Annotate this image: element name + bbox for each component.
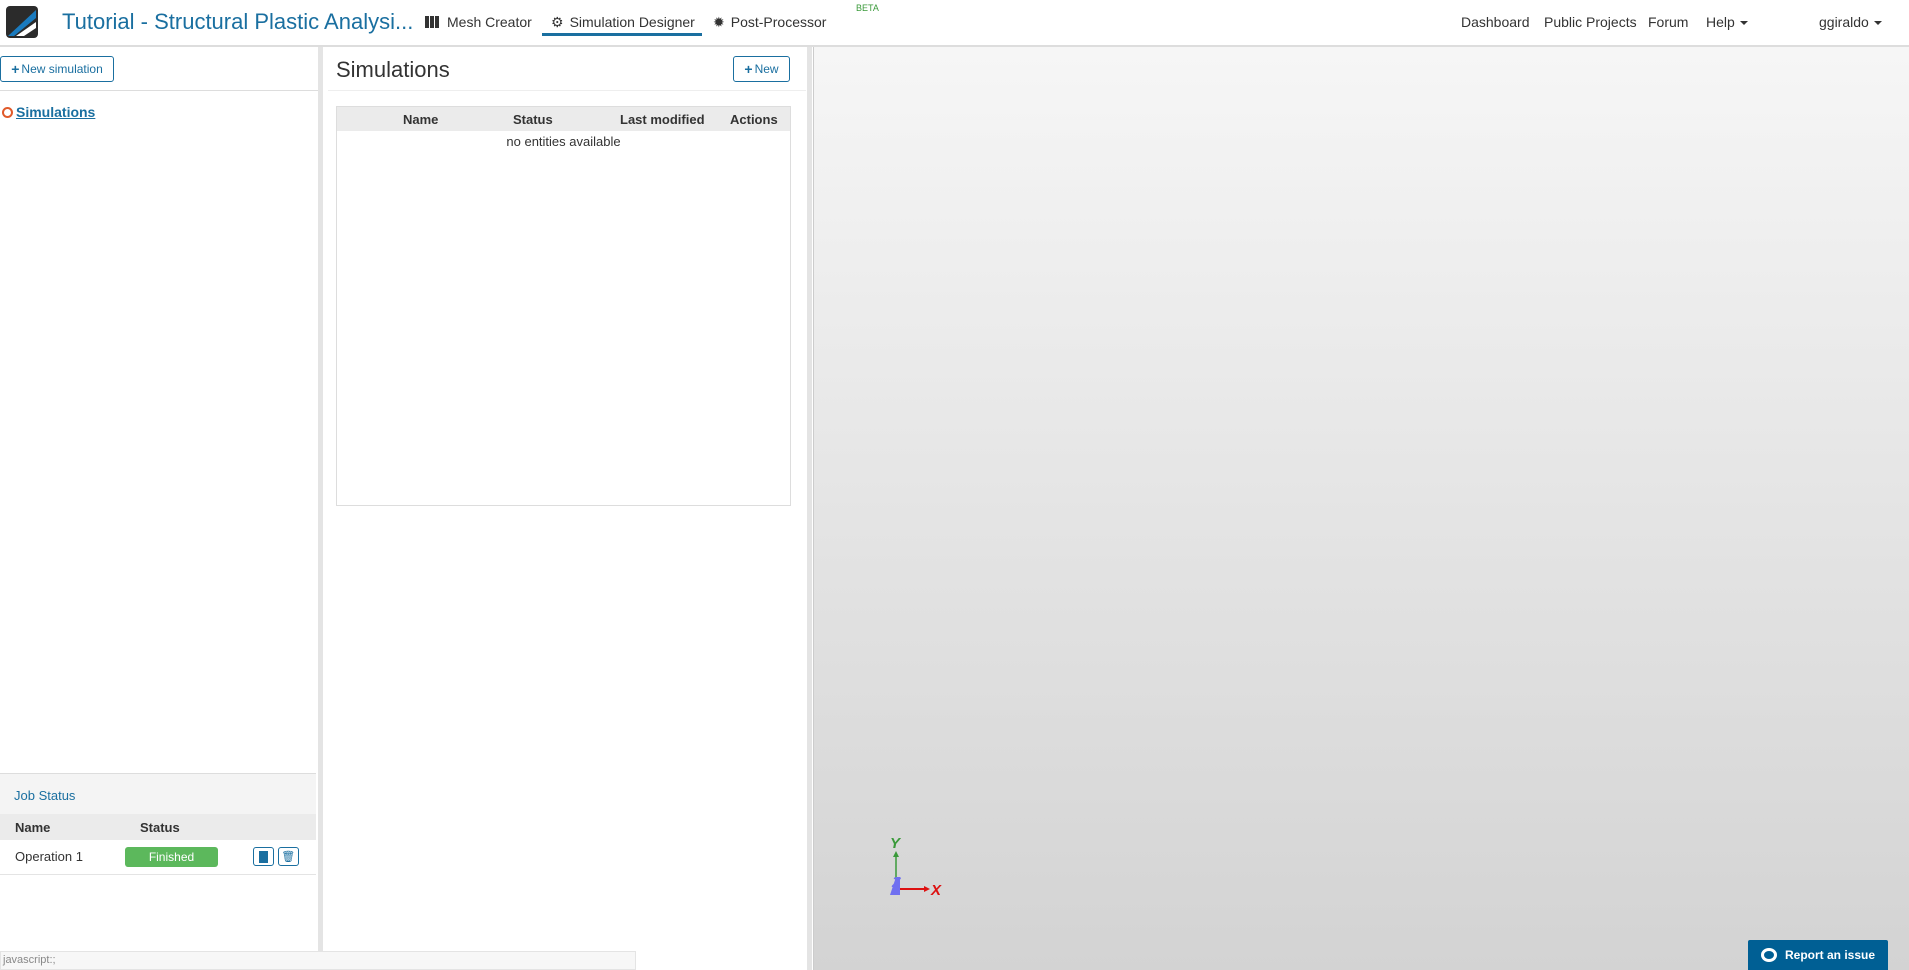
new-button[interactable]: + New [733, 56, 790, 82]
top-navbar: Tutorial - Structural Plastic Analysi...… [0, 0, 1909, 47]
caret-down-icon [1739, 21, 1748, 26]
divider [328, 90, 806, 91]
delete-button[interactable]: 🗑 [277, 847, 299, 867]
plus-icon: + [744, 61, 753, 77]
job-status-header: Job Status [0, 774, 316, 814]
caret-down-icon [1873, 21, 1882, 26]
simulations-title: Simulations [336, 57, 450, 82]
link-dashboard[interactable]: Dashboard [1461, 14, 1530, 30]
plus-icon: + [11, 61, 20, 77]
gear-icon: ✹ [713, 14, 725, 30]
left-splitter[interactable] [318, 47, 323, 970]
grid-icon [425, 16, 439, 28]
axis-x-label: X [930, 882, 942, 899]
stop-icon [258, 850, 268, 863]
empty-message: no entities available [506, 134, 621, 149]
tab-post-processor[interactable]: ✹ Post-Processor [713, 14, 826, 31]
app-logo[interactable] [6, 6, 38, 38]
project-title[interactable]: Tutorial - Structural Plastic Analysi... [62, 9, 413, 35]
tab-simulation-designer[interactable]: ⚙ Simulation Designer [551, 14, 695, 31]
table-header: Name Status Last modified Actions [337, 107, 790, 131]
gears-icon: ⚙ [551, 14, 564, 30]
new-simulation-button[interactable]: + New simulation [0, 56, 114, 82]
chat-icon [1760, 948, 1777, 962]
beta-badge: BETA [856, 3, 879, 13]
table-row: Operation 1 Finished 🗑 [0, 840, 316, 874]
job-table-header: Name Status [0, 814, 316, 840]
tree-item-simulations[interactable]: Simulations [2, 104, 95, 120]
divider [0, 90, 318, 91]
axis-y-label: Y [890, 835, 902, 852]
simulations-table: Name Status Last modified Actions no ent… [336, 106, 791, 506]
trash-icon: 🗑 [281, 851, 296, 864]
circle-icon [2, 106, 13, 118]
middle-splitter[interactable] [806, 47, 812, 970]
stop-button[interactable] [252, 847, 274, 867]
browser-status-bar: javascript:; [0, 951, 636, 970]
link-forum[interactable]: Forum [1648, 14, 1688, 30]
user-menu[interactable]: ggiraldo [1819, 14, 1882, 30]
axes-triad: Y X Z [890, 835, 942, 899]
3d-viewer[interactable]: Y X Z [813, 47, 1909, 970]
link-public-projects[interactable]: Public Projects [1544, 14, 1637, 30]
help-menu[interactable]: Help [1706, 14, 1748, 30]
active-tab-underline [542, 33, 702, 36]
tab-mesh-creator[interactable]: Mesh Creator [425, 14, 532, 30]
job-status-panel: Job Status Name Status Operation 1 Finish… [0, 773, 316, 953]
status-badge: Finished [125, 846, 218, 867]
axis-z-label: Z [891, 874, 901, 890]
report-issue-button[interactable]: Report an issue [1748, 940, 1888, 970]
